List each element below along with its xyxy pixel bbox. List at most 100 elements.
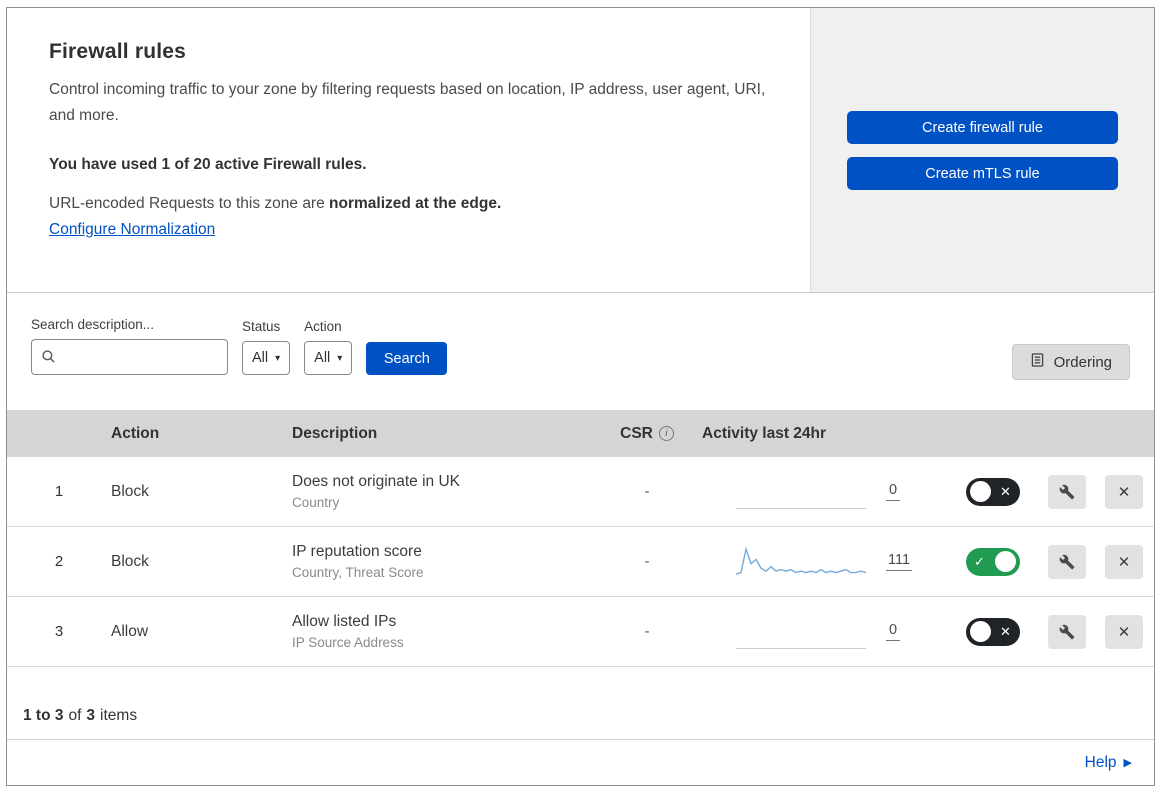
rule-description-cell: IP reputation score Country, Threat Score xyxy=(286,543,592,580)
rule-csr-value: - xyxy=(644,553,650,570)
delete-rule-button[interactable]: ✕ xyxy=(1105,544,1143,579)
create-firewall-rule-button[interactable]: Create firewall rule xyxy=(847,111,1118,144)
edit-rule-button[interactable] xyxy=(1048,544,1086,579)
status-filter-group: Status All ▾ xyxy=(242,319,291,375)
activity-sparkline xyxy=(736,615,866,649)
normalization-prefix: URL-encoded Requests to this zone are xyxy=(49,195,330,212)
toggle-knob xyxy=(969,621,991,642)
rule-toggle-cell: ✕ xyxy=(945,477,1040,506)
normalization-bold: normalized at the edge. xyxy=(329,195,502,212)
help-bar: Help ▶ xyxy=(7,739,1154,785)
rule-toggle-cell: ✓ xyxy=(945,547,1040,576)
wrench-icon xyxy=(1059,484,1075,499)
rule-action: Block xyxy=(111,482,149,500)
info-icon[interactable]: i xyxy=(658,425,674,441)
rules-table-body: 1 Block Does not originate in UK Country - 0 ✕… xyxy=(7,457,1154,667)
x-icon: ✕ xyxy=(1000,484,1011,499)
rule-edit-cell xyxy=(1040,614,1094,649)
actions-panel: Create firewall rule Create mTLS rule xyxy=(810,8,1154,292)
activity-count-link[interactable]: 0 xyxy=(886,622,900,641)
x-icon: ✕ xyxy=(1117,623,1131,641)
search-group: Search description... xyxy=(31,317,228,375)
status-filter-label: Status xyxy=(242,319,281,334)
filter-bar: Search description... Status All ▾ Actio… xyxy=(7,293,1154,410)
help-link[interactable]: Help ▶ xyxy=(1085,754,1132,772)
rule-enabled-toggle[interactable]: ✕ xyxy=(965,477,1020,506)
rule-action: Block xyxy=(111,552,149,570)
wrench-icon xyxy=(1059,624,1075,639)
action-filter-dropdown[interactable]: All ▾ xyxy=(304,341,353,375)
page-description: Control incoming traffic to your zone by… xyxy=(49,81,766,124)
activity-count-link[interactable]: 0 xyxy=(886,482,900,501)
rule-edit-cell xyxy=(1040,544,1094,579)
rule-action: Allow xyxy=(111,622,149,640)
rule-priority: 1 xyxy=(54,483,64,500)
rule-description-cell: Does not originate in UK Country xyxy=(286,473,592,510)
activity-count-link[interactable]: 111 xyxy=(886,552,913,571)
table-header: Action Description CSR i Activity last 24… xyxy=(7,410,1154,457)
edit-rule-button[interactable] xyxy=(1048,474,1086,509)
status-filter-dropdown[interactable]: All ▾ xyxy=(242,341,291,375)
rule-delete-cell: ✕ xyxy=(1094,474,1154,509)
firewall-rules-panel: Firewall rules Control incoming traffic … xyxy=(6,7,1155,786)
rule-csr-value: - xyxy=(644,483,650,500)
help-label: Help xyxy=(1084,753,1117,771)
chevron-down-icon: ▾ xyxy=(337,352,343,364)
toggle-knob xyxy=(969,481,991,502)
x-icon: ✕ xyxy=(1117,553,1131,571)
rule-criteria: IP Source Address xyxy=(292,635,404,650)
chevron-right-icon: ▶ xyxy=(1123,757,1132,769)
rules-table: Action Description CSR i Activity last 24… xyxy=(7,410,1154,667)
rule-criteria: Country xyxy=(292,495,340,510)
status-filter-value: All xyxy=(252,350,269,366)
usage-text: You have used 1 of 20 active Firewall ru… xyxy=(49,156,367,173)
chevron-down-icon: ▾ xyxy=(275,352,281,364)
rule-description: Allow listed IPs xyxy=(292,613,397,630)
check-icon: ✓ xyxy=(974,554,985,569)
search-button[interactable]: Search xyxy=(366,342,448,375)
rule-delete-cell: ✕ xyxy=(1094,614,1154,649)
items-text: items xyxy=(100,707,138,724)
search-label: Search description... xyxy=(31,317,155,332)
header-section: Firewall rules Control incoming traffic … xyxy=(7,8,1154,293)
header-text-block: Firewall rules Control incoming traffic … xyxy=(7,8,810,292)
rule-edit-cell xyxy=(1040,474,1094,509)
create-mtls-rule-button[interactable]: Create mTLS rule xyxy=(847,157,1118,190)
delete-rule-button[interactable]: ✕ xyxy=(1105,614,1143,649)
column-header-activity: Activity last 24hr xyxy=(702,424,827,442)
ordering-button-label: Ordering xyxy=(1053,353,1112,371)
action-filter-value: All xyxy=(314,350,331,366)
rule-description: IP reputation score xyxy=(292,543,422,560)
rule-toggle-cell: ✕ xyxy=(945,617,1040,646)
action-filter-label: Action xyxy=(304,319,342,334)
rule-activity-cell: 111 xyxy=(702,545,945,579)
rule-description: Does not originate in UK xyxy=(292,473,461,490)
column-header-description: Description xyxy=(292,424,378,442)
total-count: 3 xyxy=(86,707,96,724)
normalization-text: URL-encoded Requests to this zone are no… xyxy=(49,195,768,213)
rule-description-cell: Allow listed IPs IP Source Address xyxy=(286,613,592,650)
search-box xyxy=(31,339,228,375)
sparkline-chart xyxy=(736,545,866,575)
configure-normalization-link[interactable]: Configure Normalization xyxy=(49,221,215,239)
x-icon: ✕ xyxy=(1117,483,1131,501)
column-header-action: Action xyxy=(111,424,160,442)
x-icon: ✕ xyxy=(1000,624,1011,639)
rule-delete-cell: ✕ xyxy=(1094,544,1154,579)
rule-priority: 3 xyxy=(54,623,64,640)
edit-rule-button[interactable] xyxy=(1048,614,1086,649)
table-row: 2 Block IP reputation score Country, Threat… xyxy=(7,527,1154,597)
rule-enabled-toggle[interactable]: ✓ xyxy=(965,547,1020,576)
activity-sparkline xyxy=(736,475,866,509)
rule-enabled-toggle[interactable]: ✕ xyxy=(965,617,1020,646)
activity-sparkline xyxy=(736,545,866,579)
search-input[interactable] xyxy=(31,339,228,375)
table-row: 1 Block Does not originate in UK Country - 0 ✕… xyxy=(7,457,1154,527)
rule-priority: 2 xyxy=(54,553,64,570)
rule-csr-value: - xyxy=(644,623,650,640)
ordering-button[interactable]: Ordering xyxy=(1011,344,1130,380)
delete-rule-button[interactable]: ✕ xyxy=(1105,474,1143,509)
column-header-csr: CSR i xyxy=(592,425,702,443)
ordering-icon xyxy=(1030,352,1045,372)
table-row: 3 Allow Allow listed IPs IP Source Address -… xyxy=(7,597,1154,667)
